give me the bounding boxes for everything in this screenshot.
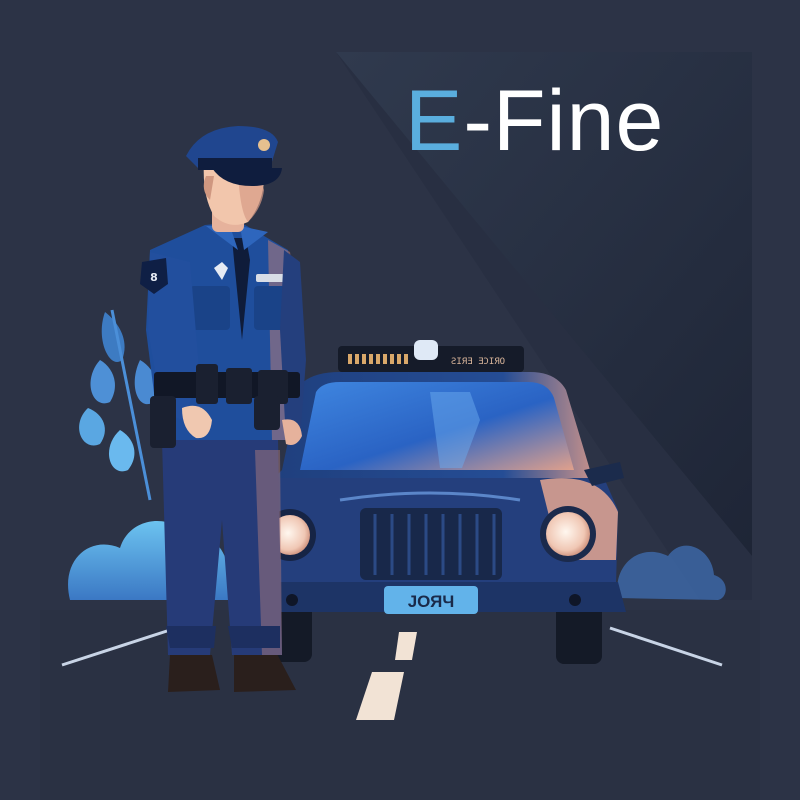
license-plate-text: ЈОЯЧ bbox=[408, 592, 455, 611]
lightbar-text: ƧIЯƎ ƎƆIЯO bbox=[451, 357, 505, 367]
holster bbox=[254, 396, 280, 430]
road bbox=[40, 610, 760, 800]
title-rest: -Fine bbox=[463, 73, 665, 169]
holster bbox=[150, 396, 176, 448]
e-fine-illustration: ЈОЯЧ ƧIЯƎ ƎƆIЯO 8 E-Fine bbox=[0, 0, 800, 800]
title-accent-letter: E bbox=[405, 73, 464, 169]
app-title: E-Fine bbox=[405, 78, 664, 164]
shoulder-patch-text: 8 bbox=[150, 271, 158, 284]
police-scene: ЈОЯЧ ƧIЯƎ ƎƆIЯO 8 bbox=[0, 0, 800, 800]
lightbar-leds bbox=[348, 354, 408, 364]
siren-light bbox=[414, 340, 438, 360]
name-tag bbox=[256, 274, 284, 282]
boot bbox=[168, 655, 220, 692]
belt-pouch bbox=[226, 368, 252, 404]
belt-pouch bbox=[196, 364, 218, 404]
headlight bbox=[546, 512, 590, 556]
shirt-pocket bbox=[190, 286, 230, 330]
car-grille bbox=[360, 508, 502, 580]
cap-badge bbox=[258, 139, 270, 151]
